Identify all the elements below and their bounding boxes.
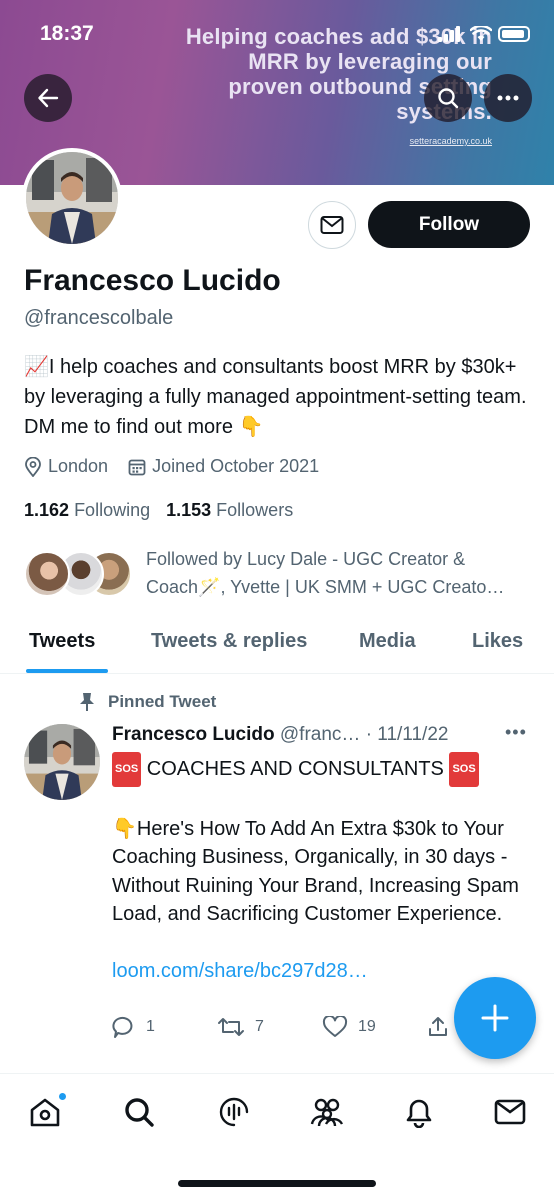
like-button[interactable]: 19 xyxy=(322,1016,427,1038)
tab-tweets-replies[interactable]: Tweets & replies xyxy=(151,630,307,653)
location-item: London xyxy=(24,456,108,477)
search-button[interactable] xyxy=(424,74,472,122)
follow-counts: 1.162 Following 1.153 Followers xyxy=(24,500,293,521)
nav-communities[interactable] xyxy=(309,1094,345,1130)
status-time: 18:37 xyxy=(40,22,94,45)
followed-by-text: Followed by Lucy Dale - UGC Creator & Co… xyxy=(146,545,534,601)
search-icon xyxy=(125,1098,154,1127)
communities-icon xyxy=(310,1098,344,1127)
following-label: Following xyxy=(74,500,151,520)
spaces-icon xyxy=(219,1097,249,1127)
tweet-headline-line: SOS COACHES AND CONSULTANTS SOS xyxy=(112,752,532,787)
profile-handle: @francescolbale xyxy=(24,307,174,329)
wifi-icon xyxy=(470,26,492,41)
more-options-button[interactable] xyxy=(484,74,532,122)
plus-icon xyxy=(481,1004,509,1032)
more-horizontal-icon xyxy=(497,95,519,101)
nav-search[interactable] xyxy=(121,1094,157,1130)
message-button[interactable] xyxy=(308,201,356,249)
profile-name: Francesco Lucido xyxy=(24,264,281,297)
followers-count: 1.153 xyxy=(166,500,212,520)
tab-likes[interactable]: Likes xyxy=(472,630,523,653)
tab-tweets[interactable]: Tweets xyxy=(29,630,95,653)
following-link[interactable]: 1.162 Following xyxy=(24,500,150,521)
followed-by-line-2: Coach🪄, Yvette | UK SMM + UGC Creato… xyxy=(146,577,505,597)
notification-dot xyxy=(58,1092,67,1101)
tweet-date[interactable]: · 11/11/22 xyxy=(366,724,449,745)
arrow-left-icon xyxy=(38,88,59,108)
banner-url: setteracademy.co.uk xyxy=(409,136,492,146)
reply-button[interactable]: 1 xyxy=(112,1016,217,1038)
search-icon xyxy=(438,88,459,109)
tweet-more-icon[interactable]: ••• xyxy=(505,722,527,743)
followed-by-line-1: Followed by Lucy Dale - UGC Creator & xyxy=(146,549,466,569)
pin-icon xyxy=(80,693,94,711)
bell-icon xyxy=(406,1099,432,1128)
profile-bio: 📈I help coaches and consultants boost MR… xyxy=(24,356,527,438)
nav-messages[interactable] xyxy=(492,1094,528,1130)
retweet-button[interactable]: 7 xyxy=(217,1016,322,1038)
reply-icon xyxy=(112,1016,133,1038)
home-icon xyxy=(30,1098,60,1127)
pinned-label: Pinned Tweet xyxy=(78,692,216,712)
signal-icon xyxy=(438,26,460,42)
tweet-link[interactable]: loom.com/share/bc297d28… xyxy=(112,957,532,986)
location-pin-icon xyxy=(25,456,41,477)
reply-count: 1 xyxy=(146,1018,155,1035)
nav-notifications[interactable] xyxy=(401,1094,437,1130)
nav-spaces[interactable] xyxy=(216,1094,252,1130)
tweet-text: 👇Here's How To Add An Extra $30k to Your… xyxy=(112,817,519,926)
profile-meta: London Joined October 2021 xyxy=(24,456,331,477)
mail-icon xyxy=(320,216,344,234)
followers-link[interactable]: 1.153 Followers xyxy=(166,500,293,521)
joined-item: Joined October 2021 xyxy=(128,456,319,477)
tweet-body[interactable]: SOS COACHES AND CONSULTANTS SOS 👇Here's … xyxy=(112,752,532,985)
retweet-count: 7 xyxy=(255,1018,264,1035)
nav-home[interactable] xyxy=(27,1092,67,1130)
followed-by-avatars xyxy=(24,551,136,599)
followed-by[interactable]: Followed by Lucy Dale - UGC Creator & Co… xyxy=(24,545,534,603)
tweet-header: Francesco Lucido @franc… · 11/11/22 xyxy=(112,724,448,746)
followers-label: Followers xyxy=(216,500,294,520)
tab-media[interactable]: Media xyxy=(359,630,416,653)
status-icons xyxy=(438,26,530,42)
avatar-photo xyxy=(24,724,100,800)
pinned-text: Pinned Tweet xyxy=(108,692,217,711)
tweet-author[interactable]: Francesco Lucido xyxy=(112,724,275,745)
compose-tweet-button[interactable] xyxy=(454,977,536,1059)
battery-icon xyxy=(498,26,530,42)
profile-tabs: Tweets Tweets & replies Media Likes xyxy=(0,618,554,674)
heart-icon xyxy=(322,1016,348,1037)
mail-icon xyxy=(494,1099,526,1125)
tweet-avatar[interactable] xyxy=(24,724,100,800)
home-indicator xyxy=(178,1180,376,1187)
like-count: 19 xyxy=(358,1018,376,1035)
back-button[interactable] xyxy=(24,74,72,122)
sos-icon: SOS xyxy=(112,752,142,787)
calendar-icon xyxy=(128,459,146,475)
tweet-handle[interactable]: @franc… xyxy=(280,724,361,745)
share-icon xyxy=(429,1017,447,1036)
avatar xyxy=(24,551,70,597)
retweet-icon xyxy=(218,1018,244,1036)
active-tab-indicator xyxy=(26,669,108,673)
location-text: London xyxy=(48,456,109,476)
joined-text: Joined October 2021 xyxy=(152,456,320,476)
follow-button[interactable]: Follow xyxy=(368,201,530,248)
avatar-photo xyxy=(26,152,118,244)
tweet-headline: COACHES AND CONSULTANTS xyxy=(146,758,444,780)
following-count: 1.162 xyxy=(24,500,70,520)
sos-icon: SOS xyxy=(449,752,479,787)
profile-avatar[interactable] xyxy=(22,148,122,248)
